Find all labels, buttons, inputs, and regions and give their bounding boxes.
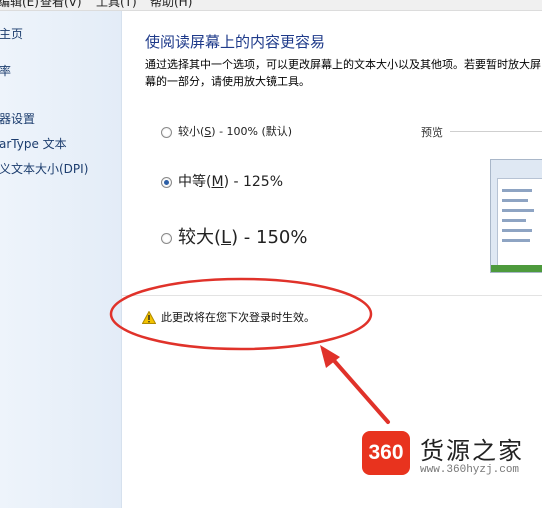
menu-help[interactable]: 帮助(H)	[150, 0, 192, 10]
watermark-url: www.360hyzj.com	[420, 464, 520, 476]
sidebar-item-home[interactable]: 主页	[0, 25, 23, 42]
main-content: 使阅读屏幕上的内容更容易 通过选择其中一个选项，可以更改屏幕上的文本大小以及其他…	[122, 11, 542, 508]
page-title: 使阅读屏幕上的内容更容易	[145, 33, 326, 51]
menu-bar: 编辑(E) 查看(V) 工具(T) 帮助(H)	[0, 0, 542, 11]
menu-view[interactable]: 查看(V)	[40, 0, 82, 10]
menu-edit[interactable]: 编辑(E)	[0, 0, 39, 10]
sidebar-item-custom-dpi[interactable]: 义文本大小(DPI)	[0, 160, 88, 177]
watermark-badge: 360	[362, 431, 410, 475]
preview-thumbnail	[490, 159, 542, 273]
warning-text: 此更改将在您下次登录时生效。	[161, 311, 315, 324]
sidebar-item-resolution[interactable]: 率	[0, 62, 11, 79]
sidebar-item-cleartype[interactable]: arType 文本	[0, 135, 67, 152]
option-medium-pre: 中等(	[178, 174, 212, 190]
option-medium-key: M	[211, 174, 224, 190]
preview-window	[497, 178, 542, 272]
option-larger-key: L	[221, 227, 232, 248]
radio-medium[interactable]	[161, 176, 172, 188]
option-medium[interactable]: 中等(M) - 125%	[161, 171, 283, 191]
radio-smaller[interactable]	[161, 126, 172, 138]
option-smaller-post: ) - 100% (默认)	[211, 125, 293, 138]
watermark-name: 货源之家	[420, 437, 524, 465]
option-larger-post: ) - 150%	[231, 227, 308, 248]
section-divider	[122, 295, 542, 296]
warning-icon	[141, 310, 157, 324]
sidebar: 主页 率 器设置 arType 文本 义文本大小(DPI)	[0, 11, 122, 508]
option-medium-post: ) - 125%	[223, 174, 284, 190]
radio-larger[interactable]	[161, 232, 172, 244]
preview-divider	[450, 131, 542, 132]
sidebar-item-projector-settings[interactable]: 器设置	[0, 110, 35, 127]
option-larger-pre: 较大(	[178, 227, 222, 248]
warning-message: 此更改将在您下次登录时生效。	[141, 309, 315, 325]
preview-label: 预览	[421, 126, 443, 139]
option-smaller-pre: 较小(	[178, 125, 205, 138]
option-smaller[interactable]: 较小(S) - 100% (默认)	[161, 123, 292, 139]
page-description: 通过选择其中一个选项，可以更改屏幕上的文本大小以及其他项。若要暂时放大屏幕的一部…	[145, 58, 541, 88]
menu-tools[interactable]: 工具(T)	[96, 0, 137, 10]
preview-taskbar	[491, 265, 542, 272]
option-larger[interactable]: 较大(L) - 150%	[161, 223, 307, 249]
